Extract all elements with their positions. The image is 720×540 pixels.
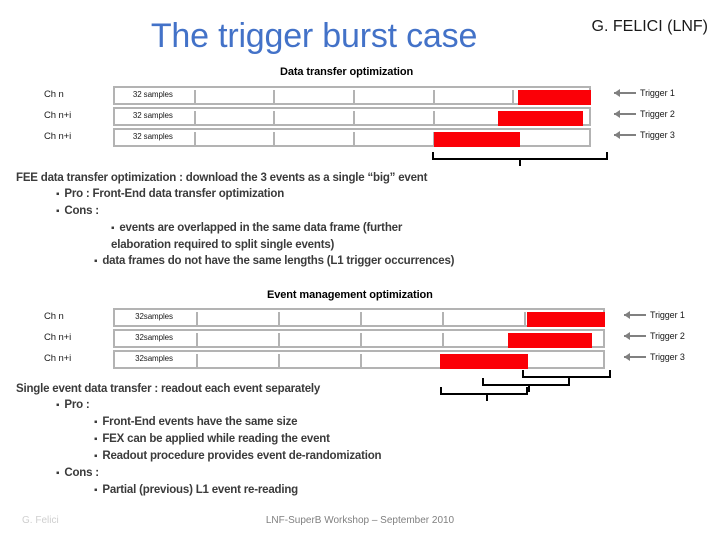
section-heading: Event management optimization <box>267 289 433 301</box>
sample-count-label: 32samples <box>135 312 173 321</box>
channel-row: Ch n 32samples Trigger 1 <box>0 308 720 327</box>
bullet-text-block: Single event data transfer : readout eac… <box>16 381 382 499</box>
sample-cell-divider <box>353 90 355 105</box>
section-heading: Data transfer optimization <box>280 66 414 78</box>
trigger-label: Trigger 2 <box>650 331 685 341</box>
sample-cell-divider <box>193 90 196 105</box>
text-line: FEE data transfer optimization : downloa… <box>16 172 428 184</box>
bullet-item: Partial (previous) L1 event re-reading <box>94 482 381 499</box>
sample-cell-divider <box>196 333 198 348</box>
sample-cell-divider <box>432 111 435 126</box>
sample-cell-divider <box>196 312 198 327</box>
sample-cell-divider <box>360 333 362 348</box>
sample-cell-divider <box>353 132 355 147</box>
footer-event: LNF-SuperB Workshop – September 2010 <box>265 515 455 526</box>
trigger-event-block <box>498 111 583 126</box>
sample-cell-divider <box>432 90 435 105</box>
bullet-item: Pro : <box>56 397 381 414</box>
text-line: Single event data transfer : readout eac… <box>16 383 321 395</box>
sample-cell-divider <box>278 333 280 348</box>
trigger-event-block <box>508 333 592 348</box>
trigger-annotation: Trigger 2 <box>614 109 675 125</box>
span-bracket <box>432 152 608 166</box>
sample-count-label: 32 samples <box>132 132 173 141</box>
channel-row: Ch n+i 32 samples Trigger 2 <box>0 107 720 126</box>
channel-label: Ch n+i <box>44 110 72 121</box>
bullet-item: Readout procedure provides event de-rand… <box>94 448 381 465</box>
bracket-stem <box>486 393 488 401</box>
channel-label: Ch n+i <box>44 353 72 364</box>
sample-count-label: 32 samples <box>132 111 173 120</box>
bullet-item: events are overlapped in the same data f… <box>111 220 441 253</box>
span-bracket <box>440 387 528 401</box>
trigger-event-block <box>434 132 520 147</box>
bullet-item: Cons : <box>56 203 454 220</box>
sample-count-label: 32samples <box>135 333 173 342</box>
span-bracket <box>522 370 611 384</box>
channel-row: Ch n+i 32 samples Trigger 3 <box>0 128 720 147</box>
sample-cell-divider <box>512 90 515 105</box>
sample-cell-divider <box>273 111 276 126</box>
channel-row: Ch n+i 32samples Trigger 3 <box>0 350 720 369</box>
sample-cell-divider <box>273 132 276 147</box>
bullet-item: data frames do not have the same lengths… <box>94 253 454 270</box>
bracket-stem <box>528 384 530 392</box>
sample-cell-divider <box>193 111 196 126</box>
trigger-label: Trigger 1 <box>650 310 685 320</box>
left-arrow-icon <box>624 332 646 341</box>
bullet-item: Front-End events have the same size <box>94 414 381 431</box>
trigger-annotation: Trigger 1 <box>624 310 685 326</box>
author-label: G. FELICI (LNF) <box>591 18 708 35</box>
sample-cell-divider <box>360 312 362 327</box>
trigger-label: Trigger 2 <box>640 109 675 119</box>
channel-label: Ch n <box>44 311 64 322</box>
trigger-event-block <box>518 90 591 105</box>
left-arrow-icon <box>614 131 636 140</box>
bullet-item: Pro : Front-End data transfer optimizati… <box>56 186 454 203</box>
sample-cell-divider <box>273 90 276 105</box>
bullet-text-block: FEE data transfer optimization : downloa… <box>16 170 454 270</box>
trigger-annotation: Trigger 3 <box>614 130 675 146</box>
left-arrow-icon <box>624 311 646 320</box>
trigger-annotation: Trigger 2 <box>624 331 685 347</box>
sample-cell-divider <box>278 312 280 327</box>
trigger-annotation: Trigger 1 <box>614 88 675 104</box>
trigger-label: Trigger 3 <box>640 130 675 140</box>
channel-label: Ch n <box>44 89 64 100</box>
left-arrow-icon <box>614 110 636 119</box>
sample-count-label: 32 samples <box>132 90 173 99</box>
sample-cell-divider <box>353 111 355 126</box>
bracket-stem <box>519 158 521 166</box>
channel-row: Ch n+i 32samples Trigger 2 <box>0 329 720 348</box>
page-title: The trigger burst case <box>150 17 478 55</box>
bullet-item: FEX can be applied while reading the eve… <box>94 431 381 448</box>
sample-cell-divider <box>524 312 526 327</box>
bullet-item: Cons : <box>56 465 381 482</box>
left-arrow-icon <box>624 353 646 362</box>
sample-cell-divider <box>360 354 362 369</box>
sample-cell-divider <box>278 354 280 369</box>
left-arrow-icon <box>614 89 636 98</box>
sample-cell-divider <box>196 354 198 369</box>
sample-cell-divider <box>193 132 196 147</box>
trigger-event-block <box>527 312 605 327</box>
channel-label: Ch n+i <box>44 332 72 343</box>
sample-count-label: 32samples <box>135 354 173 363</box>
slide-canvas: The trigger burst case G. FELICI (LNF) D… <box>0 0 720 540</box>
trigger-label: Trigger 3 <box>650 352 685 362</box>
channel-row: Ch n 32 samples Trigger 1 <box>0 86 720 105</box>
sample-cell-divider <box>442 333 444 348</box>
trigger-label: Trigger 1 <box>640 88 675 98</box>
trigger-event-block <box>440 354 528 369</box>
trigger-annotation: Trigger 3 <box>624 352 685 368</box>
channel-label: Ch n+i <box>44 131 72 142</box>
span-bracket <box>482 378 570 392</box>
sample-cell-divider <box>442 312 444 327</box>
